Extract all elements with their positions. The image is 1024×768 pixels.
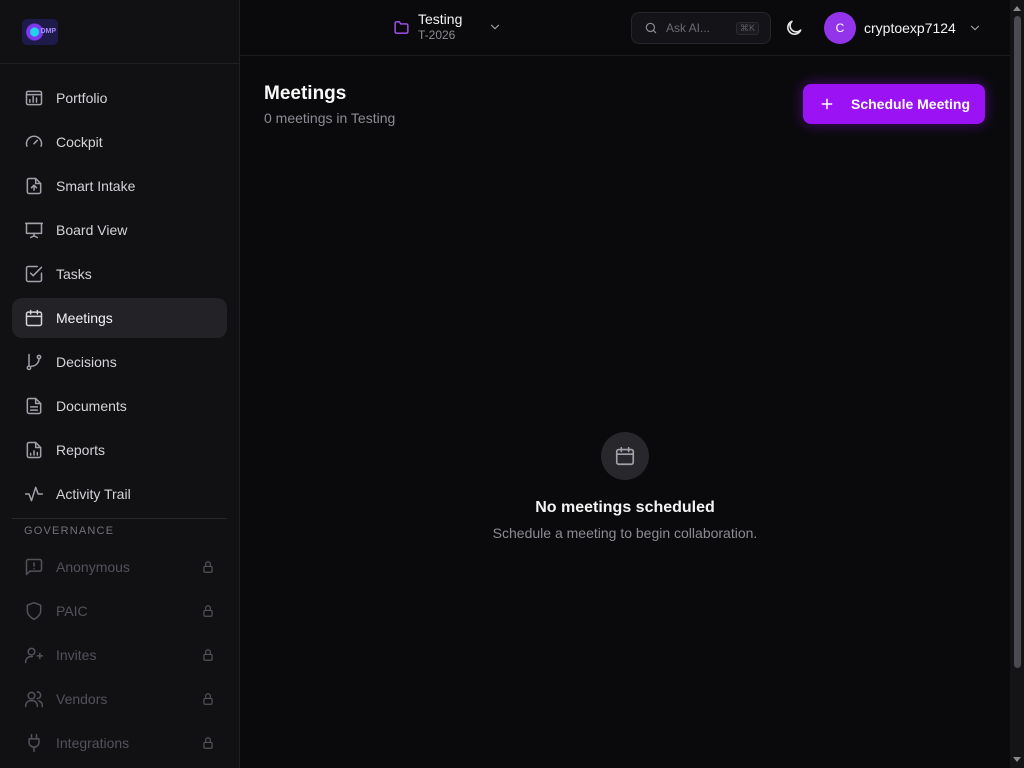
sidebar-item-board-view[interactable]: Board View [12,210,227,250]
lock-icon [203,649,213,661]
sidebar-item-tasks[interactable]: Tasks [12,254,227,294]
plug-icon [28,733,40,753]
chevron-down-icon [970,25,979,31]
sidebar-item-decisions[interactable]: Decisions [12,342,227,382]
search-icon [645,22,657,34]
sidebar-item-label: PAIC [56,603,88,619]
scroll-up-arrow[interactable] [1013,6,1021,11]
portfolio-icon [25,90,43,106]
shield-icon [26,601,42,621]
gauge-icon [25,135,43,147]
sidebar-item-label: Invites [56,647,97,663]
sidebar-item-label: Portfolio [56,90,108,106]
sidebar: DMP Portfolio Cockpit Smart Intake Board… [0,0,240,768]
activity-icon [24,486,44,502]
report-icon [26,441,42,459]
sidebar-item-label: Smart Intake [56,178,136,194]
logo-text: DMP [40,28,56,35]
page-subtitle: 0 meetings in Testing [264,110,396,126]
project-code: T-2026 [418,28,456,42]
avatar: C [824,12,856,44]
empty-state-subtitle: Schedule a meeting to begin collaboratio… [492,525,758,541]
file-upload-icon [26,177,42,195]
sidebar-item-integrations[interactable]: Integrations [12,723,227,763]
lock-icon [203,605,213,617]
sidebar-item-label: Vendors [56,691,108,707]
project-switcher[interactable]: Testing T-2026 [393,11,502,43]
sidebar-item-label: Cockpit [56,134,103,150]
project-info: Testing T-2026 [418,11,462,43]
sidebar-item-label: Activity Trail [56,486,131,502]
git-branch-icon [26,353,42,371]
sidebar-item-portfolio[interactable]: Portfolio [12,78,227,118]
sidebar-item-label: Decisions [56,354,117,370]
ask-ai-search[interactable]: ⌘K [631,12,771,44]
message-alert-icon [25,558,43,576]
sidebar-item-label: Tasks [56,266,92,282]
presentation-icon [24,222,44,239]
sidebar-item-documents[interactable]: Documents [12,386,227,426]
search-input[interactable] [666,21,732,35]
empty-state: No meetings scheduled Schedule a meeting… [240,432,1010,541]
username: cryptoexp7124 [864,20,956,36]
keyboard-shortcut: ⌘K [736,21,760,35]
sidebar-nav: Portfolio Cockpit Smart Intake Board Vie… [12,78,227,767]
checkbox-icon [25,265,43,283]
sidebar-item-reports[interactable]: Reports [12,430,227,470]
sidebar-item-vendors[interactable]: Vendors [12,679,227,719]
topbar: Testing T-2026 ⌘K C cryptoexp7124 [240,0,1010,56]
button-label: Schedule Meeting [851,96,971,112]
sidebar-item-label: Board View [56,222,128,238]
sidebar-item-cockpit[interactable]: Cockpit [12,122,227,162]
sidebar-item-invites[interactable]: Invites [12,635,227,675]
plus-icon [821,98,833,110]
schedule-meeting-button[interactable]: Schedule Meeting [803,84,985,124]
sidebar-item-meetings[interactable]: Meetings [12,298,227,338]
user-plus-icon [24,647,44,664]
users-icon [24,691,44,708]
scroll-down-arrow[interactable] [1013,757,1021,762]
page-title: Meetings [264,83,347,104]
sidebar-item-label: Reports [56,442,106,458]
sidebar-item-label: Meetings [56,310,113,326]
governance-section-label: GOVERNANCE [24,525,115,537]
sidebar-item-anonymous[interactable]: Anonymous [12,547,227,587]
project-name: Testing [418,11,463,27]
scroll-thumb[interactable] [1014,16,1021,668]
chevron-down-icon [491,24,500,30]
sidebar-item-activity-trail[interactable]: Activity Trail [12,474,227,514]
lock-icon [203,737,213,749]
brand-logo[interactable]: DMP [22,18,58,45]
document-icon [26,397,42,415]
main-content: Meetings 0 meetings in Testing Schedule … [240,56,1010,768]
lock-icon [203,693,213,705]
sidebar-item-smart-intake[interactable]: Smart Intake [12,166,227,206]
user-menu[interactable]: C cryptoexp7124 [824,12,982,44]
calendar-icon [25,309,43,327]
empty-state-title: No meetings scheduled [535,499,715,516]
calendar-icon [615,446,635,466]
lock-icon [203,561,213,573]
sidebar-item-label: Documents [56,398,127,414]
sidebar-item-label: Anonymous [56,559,130,575]
logo-area: DMP [0,0,239,64]
empty-state-icon-circle [601,432,649,480]
sidebar-item-paic[interactable]: PAIC [12,591,227,631]
folder-icon [394,20,409,34]
scrollbar[interactable] [1010,0,1024,768]
sidebar-item-label: Integrations [56,735,130,751]
moon-icon[interactable] [784,18,804,38]
